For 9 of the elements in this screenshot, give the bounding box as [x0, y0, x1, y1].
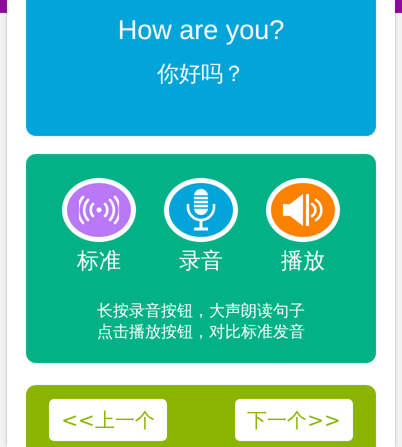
next-button[interactable]: 下一个>> [235, 399, 353, 441]
english-sentence: How are you? [116, 14, 286, 47]
previous-button[interactable]: <<上一个 [49, 399, 167, 441]
record-button[interactable]: 录音 [161, 178, 241, 276]
chinese-sentence: 你好吗？ [156, 61, 246, 89]
play-button[interactable]: 播放 [263, 178, 343, 276]
instruction-text: 长按录音按钮，大声朗读句子 [96, 300, 306, 321]
standard-button[interactable]: 标准 [59, 178, 139, 276]
instruction-text: 点击播放按钮，对比标准发音 [96, 321, 306, 342]
